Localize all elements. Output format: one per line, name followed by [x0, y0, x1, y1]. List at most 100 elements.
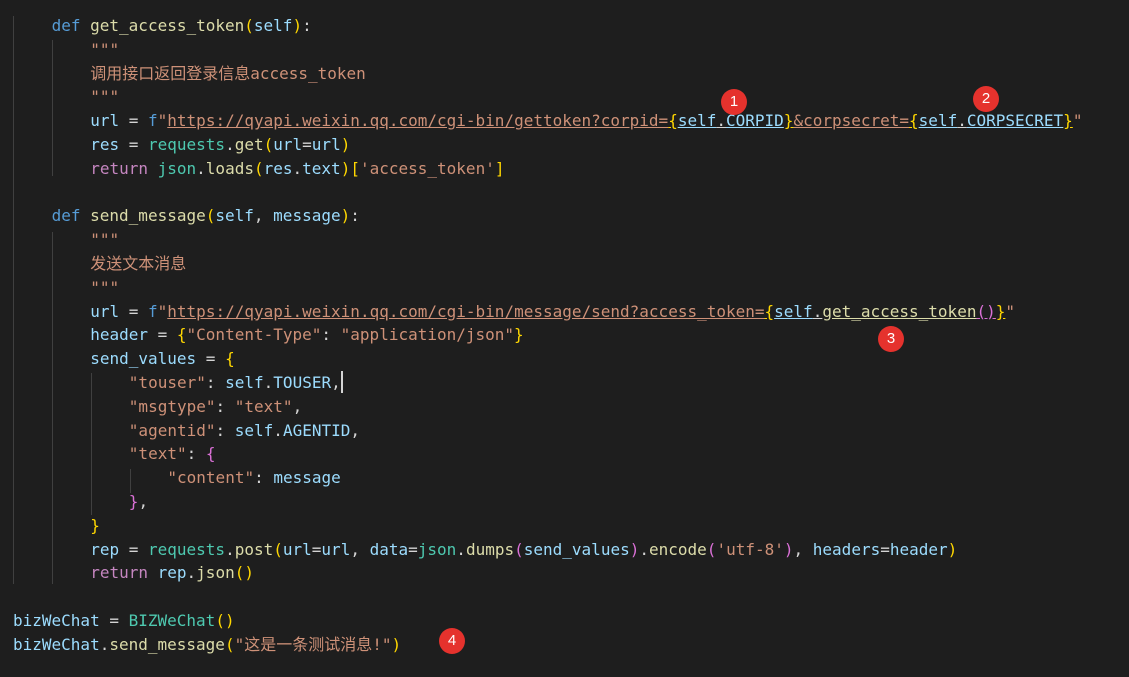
code-line[interactable]: "touser": self.TOUSER, [129, 371, 341, 395]
code-token: BIZWeChat [128, 611, 216, 630]
code-token: { [909, 111, 919, 131]
code-token: ( [253, 158, 264, 178]
code-token: : [186, 444, 206, 464]
code-token: ) [340, 158, 351, 178]
annotation-badge-2: 2 [973, 86, 999, 112]
code-token: rep [157, 563, 187, 583]
code-token: { [764, 301, 775, 321]
code-token: requests [148, 539, 226, 559]
code-line[interactable]: "msgtype": "text", [129, 395, 302, 419]
code-line[interactable]: def get_access_token(self): [52, 14, 312, 38]
code-token: ) [947, 539, 958, 559]
code-token: } [128, 492, 139, 511]
code-line[interactable]: header = {"Content-Type": "application/j… [90, 323, 524, 347]
code-token: res [263, 158, 293, 178]
code-editor[interactable]: def get_access_token(self): """ 调用接口返回登录信息… [0, 0, 1129, 677]
code-token: : [254, 468, 274, 488]
code-token: " [1005, 301, 1016, 321]
code-token: . [456, 539, 466, 559]
indent-guide [52, 40, 53, 176]
code-token: { [668, 111, 678, 131]
code-token: } [783, 111, 794, 131]
code-token: "Content-Type" [186, 325, 322, 345]
code-line[interactable]: """ [90, 85, 119, 109]
code-line[interactable]: res = requests.get(url=url) [90, 133, 350, 157]
code-line[interactable]: return json.loads(res.text)['access_toke… [90, 157, 504, 181]
code-token: ( [976, 301, 987, 321]
code-token: headers [812, 539, 881, 559]
code-line[interactable]: 发送文本消息 [90, 252, 186, 276]
indent-guide [13, 16, 14, 584]
code-line[interactable]: "text": { [129, 442, 216, 466]
code-token: } [514, 325, 524, 345]
code-token: : [350, 206, 360, 226]
code-token: "text" [234, 396, 293, 416]
code-token: bizWeChat [13, 634, 100, 654]
code-line[interactable]: "agentid": self.AGENTID, [129, 419, 360, 443]
code-token: , [331, 373, 341, 392]
code-token: https://qyapi.weixin.qq.com/cgi-bin/gett… [167, 111, 669, 131]
code-line[interactable]: 调用接口返回登录信息access_token [90, 62, 366, 86]
code-line[interactable]: """ [90, 228, 119, 252]
code-token: get_access_token [822, 301, 977, 321]
code-line[interactable]: url = f"https://qyapi.weixin.qq.com/cgi-… [90, 300, 1015, 324]
code-token: f [148, 301, 158, 321]
code-token: """ [90, 39, 120, 59]
code-line[interactable]: rep = requests.post(url=url, data=json.d… [90, 538, 957, 562]
code-token: . [957, 111, 967, 131]
code-token: "text" [128, 444, 187, 464]
code-token: ( [224, 634, 235, 654]
code-token: url [282, 539, 312, 559]
code-token: json [157, 158, 197, 178]
code-token: . [225, 135, 235, 154]
code-line[interactable]: url = f"https://qyapi.weixin.qq.com/cgi-… [90, 109, 1082, 133]
code-token: ( [215, 611, 225, 630]
code-token: def [51, 16, 81, 35]
code-token: ( [514, 539, 524, 559]
code-token: loads [205, 158, 254, 178]
code-token: } [995, 301, 1006, 321]
code-token: ( [244, 16, 254, 35]
code-line[interactable]: }, [129, 490, 148, 514]
code-line[interactable]: bizWeChat.send_message("这是一条测试消息!") [13, 633, 401, 657]
code-token: . [186, 563, 197, 583]
code-token: self [253, 16, 293, 35]
code-token: = [302, 135, 312, 154]
code-token: = [99, 611, 129, 630]
code-token: 'access_token' [359, 158, 495, 178]
code-token: encode [649, 539, 707, 559]
code-token: return [90, 563, 148, 583]
code-token: ) [340, 135, 351, 154]
code-token: { [225, 349, 235, 369]
code-line[interactable]: } [90, 514, 100, 538]
code-token: send_message [109, 634, 225, 654]
code-token: = [880, 539, 890, 559]
code-token: CORPSECRET [966, 111, 1064, 131]
code-token: . [99, 634, 110, 654]
code-token: = [311, 539, 322, 559]
code-token: " [1072, 111, 1083, 131]
code-token: post [234, 539, 274, 559]
annotation-badge-3: 3 [878, 326, 904, 352]
code-token: &corpsecret= [793, 111, 910, 131]
code-line[interactable]: return rep.json() [90, 561, 254, 585]
code-line[interactable]: """ [90, 276, 119, 300]
code-line[interactable]: "content": message [167, 466, 340, 490]
code-token: self [234, 420, 274, 440]
code-token: ) [783, 539, 794, 559]
code-token: . [263, 373, 274, 392]
code-line[interactable]: """ [90, 38, 119, 62]
code-token: self [215, 206, 254, 226]
code-token: ) [292, 16, 303, 35]
code-token: . [716, 111, 726, 131]
code-token: } [90, 515, 100, 535]
annotation-badge-4: 4 [439, 628, 465, 654]
code-line[interactable]: bizWeChat = BIZWeChat() [13, 609, 235, 633]
code-token: { [176, 325, 187, 345]
code-line[interactable]: send_values = { [90, 347, 235, 371]
code-line[interactable]: def send_message(self, message): [52, 204, 360, 228]
code-token: url [321, 539, 351, 559]
code-token: = [119, 111, 148, 131]
code-token: = [147, 325, 177, 345]
